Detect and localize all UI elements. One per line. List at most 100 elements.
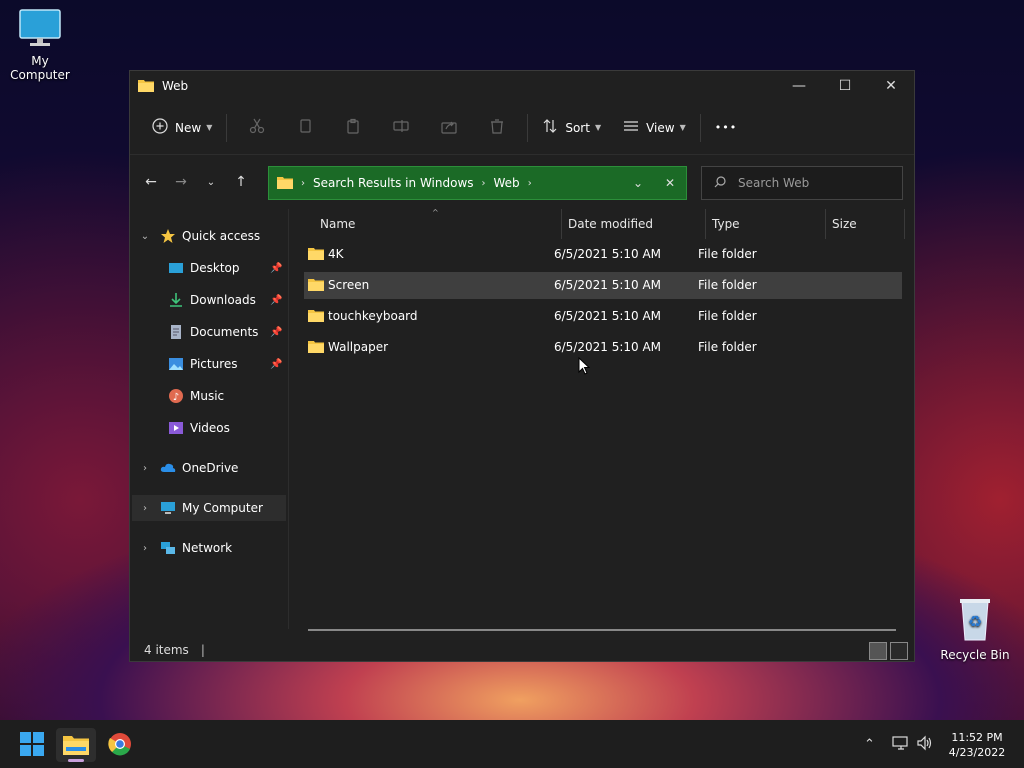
picture-icon <box>168 356 184 372</box>
column-header-type[interactable]: Type <box>712 209 740 239</box>
up-button[interactable]: ↑ <box>226 167 256 197</box>
chevron-right-icon: › <box>301 177 305 189</box>
clock[interactable]: 11:52 PM 4/23/2022 <box>938 730 1016 760</box>
volume-button[interactable] <box>916 720 934 768</box>
recent-locations-button[interactable]: ⌄ <box>196 167 226 197</box>
column-divider[interactable] <box>904 209 905 239</box>
share-icon <box>441 118 457 137</box>
folder-icon <box>277 175 293 192</box>
column-header-date[interactable]: Date modified <box>568 209 653 239</box>
forward-button[interactable]: → <box>166 167 196 197</box>
file-date: 6/5/2021 5:10 AM <box>554 247 662 261</box>
pin-icon[interactable]: 📌 <box>270 359 282 370</box>
nav-item-desktop[interactable]: Desktop 📌 <box>168 255 288 281</box>
pin-icon[interactable]: 📌 <box>270 263 282 274</box>
new-button[interactable]: New ▼ <box>144 112 220 144</box>
see-more-button[interactable]: ••• <box>707 112 745 144</box>
folder-icon <box>63 733 89 758</box>
monitor-icon <box>160 500 176 516</box>
pin-icon[interactable]: 📌 <box>270 295 282 306</box>
new-label: New <box>175 120 202 135</box>
desktop-icon <box>168 260 184 276</box>
desktop-icon-recycle-bin[interactable]: ♻ Recycle Bin <box>935 596 1015 662</box>
taskbar-chrome[interactable] <box>100 728 140 762</box>
view-button[interactable]: View ▼ <box>615 112 694 144</box>
trash-icon <box>489 118 505 137</box>
file-name: touchkeyboard <box>328 309 418 323</box>
nav-item-label: Documents <box>190 325 259 339</box>
svg-text:♻: ♻ <box>968 612 982 631</box>
address-dropdown-button[interactable]: ⌄ <box>622 176 654 190</box>
clipboard-icon <box>345 118 361 137</box>
file-type: File folder <box>698 340 757 354</box>
delete-button[interactable] <box>473 112 521 144</box>
close-button[interactable]: ✕ <box>868 71 914 101</box>
window-title: Web <box>162 79 189 93</box>
paste-button[interactable] <box>329 112 377 144</box>
breadcrumb-search-results[interactable]: Search Results in Windows <box>313 176 474 190</box>
nav-item-network[interactable]: › Network <box>138 535 288 561</box>
pin-icon[interactable]: 📌 <box>270 327 282 338</box>
file-row-touchkeyboard[interactable]: touchkeyboard 6/5/2021 5:10 AM File fold… <box>304 303 902 330</box>
sort-button[interactable]: Sort ▼ <box>534 112 609 144</box>
nav-item-label: Music <box>190 389 225 403</box>
file-row-4k[interactable]: 4K 6/5/2021 5:10 AM File folder <box>304 241 902 268</box>
windows-logo-icon <box>20 731 44 759</box>
network-status-button[interactable] <box>892 720 910 768</box>
chevron-down-icon: ▼ <box>679 123 686 132</box>
nav-item-documents[interactable]: Documents 📌 <box>168 319 288 345</box>
folder-icon <box>308 277 324 294</box>
start-button[interactable] <box>12 728 52 762</box>
download-arrow-icon <box>168 292 184 308</box>
nav-item-quick-access[interactable]: ⌄ Quick access <box>138 223 288 249</box>
divider <box>699 113 701 142</box>
cut-button[interactable] <box>233 112 281 144</box>
show-hidden-icons-button[interactable]: ⌃ <box>864 720 875 768</box>
nav-item-my-computer[interactable]: › My Computer <box>132 495 286 521</box>
nav-item-label: OneDrive <box>182 461 239 475</box>
column-header-name[interactable]: Name <box>320 209 355 239</box>
column-header-size[interactable]: Size <box>832 209 857 239</box>
nav-item-pictures[interactable]: Pictures 📌 <box>168 351 288 377</box>
divider <box>226 113 228 142</box>
desktop-icon-my-computer[interactable]: My Computer <box>0 8 80 82</box>
rename-icon <box>393 118 409 137</box>
nav-item-downloads[interactable]: Downloads 📌 <box>168 287 288 313</box>
file-row-wallpaper[interactable]: Wallpaper 6/5/2021 5:10 AM File folder <box>304 334 902 361</box>
star-icon <box>160 228 176 244</box>
search-input[interactable]: Search Web <box>738 176 809 190</box>
clear-search-button[interactable]: ✕ <box>654 176 686 190</box>
nav-item-videos[interactable]: Videos <box>168 415 288 441</box>
document-icon <box>168 324 184 340</box>
share-button[interactable] <box>425 112 473 144</box>
file-row-screen[interactable]: Screen 6/5/2021 5:10 AM File folder <box>304 272 902 299</box>
copy-button[interactable] <box>281 112 329 144</box>
file-date: 6/5/2021 5:10 AM <box>554 278 662 292</box>
chevron-right-icon: › <box>143 542 147 554</box>
details-view-button[interactable] <box>869 642 887 660</box>
chevron-down-icon: ⌄ <box>140 230 150 242</box>
file-type: File folder <box>698 247 757 261</box>
search-icon <box>714 175 726 191</box>
minimize-button[interactable]: — <box>776 71 822 101</box>
desktop-icon-label: Recycle Bin <box>940 648 1010 662</box>
rename-button[interactable] <box>377 112 425 144</box>
nav-item-music[interactable]: ♪ Music <box>168 383 288 409</box>
back-button[interactable]: ← <box>136 167 166 197</box>
horizontal-scrollbar[interactable] <box>308 629 896 631</box>
column-divider[interactable] <box>705 209 706 239</box>
nav-item-label: Network <box>182 541 233 555</box>
nav-item-onedrive[interactable]: › OneDrive <box>138 455 288 481</box>
title-bar[interactable]: Web — ☐ ✕ <box>130 71 914 101</box>
taskbar-file-explorer[interactable] <box>56 728 96 762</box>
breadcrumb-web[interactable]: Web <box>494 176 520 190</box>
column-divider[interactable] <box>825 209 826 239</box>
file-type: File folder <box>698 309 757 323</box>
view-label: View <box>646 120 675 135</box>
address-bar[interactable]: › Search Results in Windows › Web › ⌄ ✕ <box>268 166 687 200</box>
column-divider[interactable] <box>561 209 562 239</box>
command-bar: New ▼ Sort ▼ View ▼ ••• <box>130 101 914 155</box>
search-box[interactable]: Search Web <box>701 166 903 200</box>
large-icons-view-button[interactable] <box>890 642 908 660</box>
maximize-button[interactable]: ☐ <box>822 71 868 101</box>
